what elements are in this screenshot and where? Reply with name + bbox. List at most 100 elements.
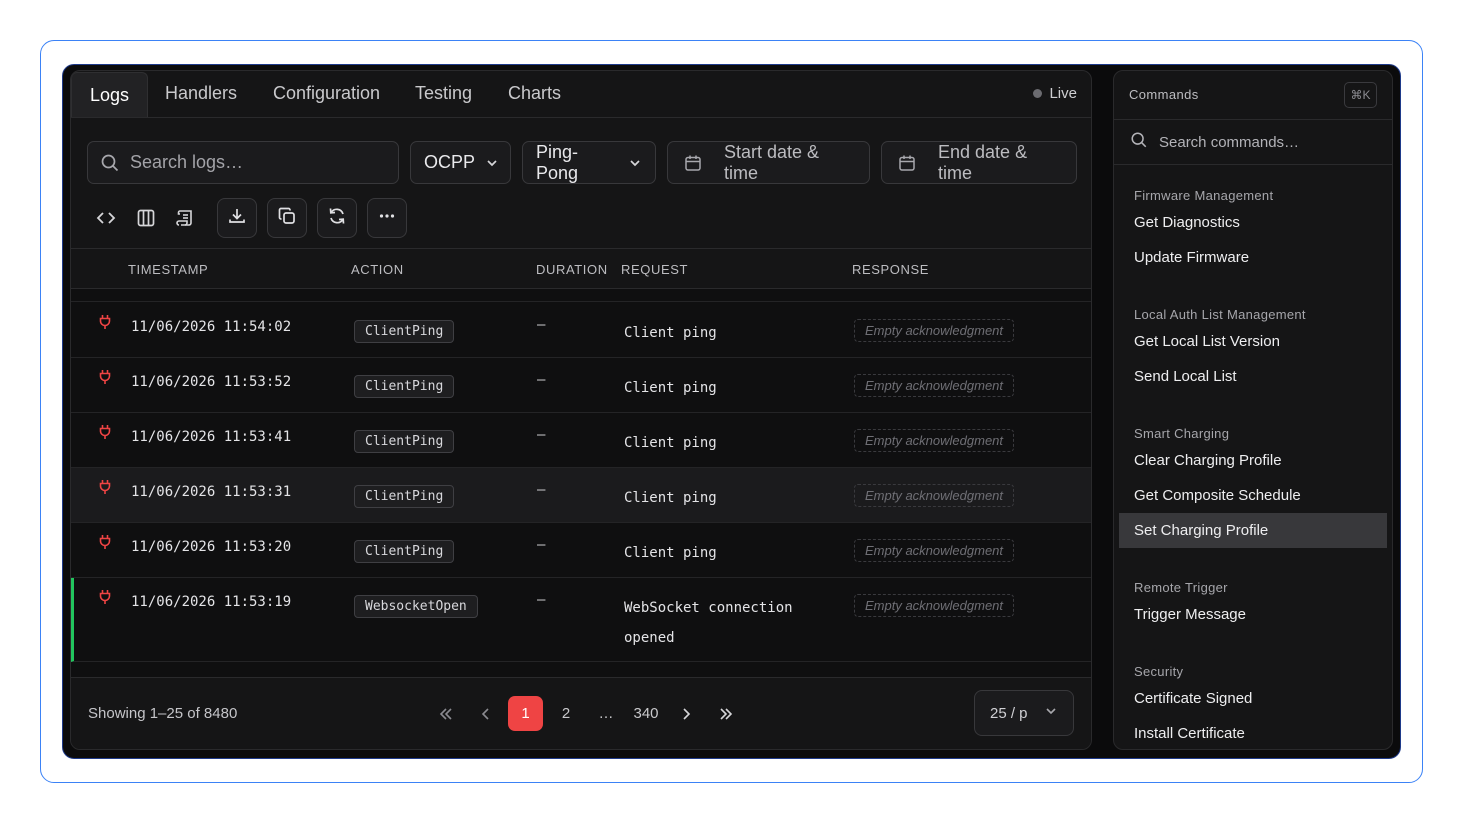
table-row[interactable]: 11/06/2026 11:53:52 ClientPing — Client …: [71, 358, 1091, 413]
plug-icon: [98, 369, 112, 389]
prev-page-button[interactable]: [474, 696, 498, 731]
commands-panel: Commands ⌘K Search commands… Firmware Ma…: [1113, 70, 1393, 750]
column-header-duration[interactable]: DURATION: [536, 262, 608, 277]
tab-configuration[interactable]: Configuration: [255, 71, 398, 116]
row-request: WebSocket connection opened: [624, 600, 793, 646]
per-page-select[interactable]: 25 / p: [974, 690, 1074, 736]
protocol-dropdown[interactable]: OCPP: [410, 141, 511, 184]
column-header-action[interactable]: ACTION: [351, 262, 404, 277]
next-page-button[interactable]: [674, 696, 698, 731]
column-header-response[interactable]: RESPONSE: [852, 262, 929, 277]
code-view-icon[interactable]: [89, 198, 123, 238]
tab-testing[interactable]: Testing: [397, 71, 490, 116]
row-duration: —: [537, 372, 546, 388]
plug-icon: [98, 589, 112, 609]
per-page-value: 25 / p: [990, 704, 1028, 722]
page-1-button[interactable]: 1: [508, 696, 543, 731]
response-badge: Empty acknowledgment: [854, 484, 1015, 507]
column-header-timestamp[interactable]: TIMESTAMP: [128, 262, 208, 277]
table-row[interactable]: 11/06/2026 11:53:31 ClientPing — Client …: [71, 468, 1091, 523]
calendar-icon: [684, 154, 702, 172]
more-options-button[interactable]: [367, 198, 407, 238]
action-badge: WebsocketOpen: [354, 595, 478, 618]
download-button[interactable]: [217, 198, 257, 238]
search-logs-input[interactable]: Search logs…: [87, 141, 399, 184]
command-get-diagnostics[interactable]: Get Diagnostics: [1119, 205, 1387, 240]
start-date-placeholder: Start date & time: [724, 141, 820, 183]
row-duration: —: [537, 317, 546, 333]
action-badge: ClientPing: [354, 485, 455, 508]
group-label-smart-charging: Smart Charging: [1134, 426, 1230, 441]
action-badge: ClientPing: [354, 430, 455, 453]
search-commands-input[interactable]: Search commands…: [1114, 120, 1392, 165]
copy-icon: [277, 206, 297, 231]
row-duration: —: [537, 592, 546, 608]
search-logs-placeholder: Search logs…: [130, 152, 244, 172]
row-duration: —: [537, 482, 546, 498]
command-get-composite-schedule[interactable]: Get Composite Schedule: [1119, 478, 1387, 513]
action-badge: ClientPing: [354, 375, 455, 398]
command-update-firmware[interactable]: Update Firmware: [1119, 240, 1387, 275]
columns-icon[interactable]: [129, 198, 163, 238]
end-date-placeholder: End date & time: [938, 141, 1028, 183]
table-row[interactable]: 11/06/2026 11:53:19 WebsocketOpen — WebS…: [71, 578, 1091, 662]
response-badge: Empty acknowledgment: [854, 539, 1015, 562]
page-340-button[interactable]: 340: [630, 696, 662, 731]
live-indicator[interactable]: Live: [1033, 85, 1077, 102]
first-page-button[interactable]: [434, 696, 458, 731]
command-clear-charging-profile[interactable]: Clear Charging Profile: [1119, 443, 1387, 478]
table-row[interactable]: 11/06/2026 11:53:20 ClientPing — Client …: [71, 523, 1091, 578]
response-badge: Empty acknowledgment: [854, 594, 1015, 617]
row-request: Client ping: [624, 545, 717, 561]
commands-title: Commands: [1129, 87, 1199, 102]
group-label-security: Security: [1134, 664, 1184, 679]
message-type-dropdown[interactable]: Ping-Pong: [522, 141, 656, 184]
calendar-icon: [898, 154, 916, 172]
shortcut-badge: ⌘K: [1344, 82, 1377, 108]
command-trigger-message[interactable]: Trigger Message: [1119, 597, 1387, 632]
start-date-picker[interactable]: Start date & time: [667, 141, 870, 184]
end-date-picker[interactable]: End date & time: [881, 141, 1077, 184]
command-install-certificate[interactable]: Install Certificate: [1119, 716, 1387, 749]
pagination-footer: Showing 1–25 of 8480 1 2 … 340 25 / p: [71, 677, 1091, 749]
row-timestamp: 11/06/2026 11:53:41: [131, 429, 292, 445]
plug-icon: [98, 314, 112, 334]
table-header: TIMESTAMP ACTION DURATION REQUEST RESPON…: [71, 248, 1091, 289]
row-request: Client ping: [624, 325, 717, 341]
row-timestamp: 11/06/2026 11:54:02: [131, 319, 292, 335]
tab-logs[interactable]: Logs: [71, 72, 149, 117]
group-label-local-auth: Local Auth List Management: [1134, 307, 1306, 322]
copy-button[interactable]: [267, 198, 307, 238]
chevron-down-icon: [485, 156, 499, 170]
row-duration: —: [537, 427, 546, 443]
filter-row: Search logs… OCPP Ping-Pong Start date &…: [71, 141, 1091, 185]
table-row[interactable]: 11/06/2026 11:53:41 ClientPing — Client …: [71, 413, 1091, 468]
group-label-remote-trigger: Remote Trigger: [1134, 580, 1228, 595]
action-badge: ClientPing: [354, 540, 455, 563]
refresh-icon: [327, 206, 347, 231]
command-get-local-list-version[interactable]: Get Local List Version: [1119, 324, 1387, 359]
command-send-local-list[interactable]: Send Local List: [1119, 359, 1387, 394]
row-request: Client ping: [624, 380, 717, 396]
command-set-charging-profile[interactable]: Set Charging Profile: [1119, 513, 1387, 548]
page-2-button[interactable]: 2: [554, 696, 578, 731]
column-header-request[interactable]: REQUEST: [621, 262, 688, 277]
group-label-firmware: Firmware Management: [1134, 188, 1274, 203]
live-status-dot: [1033, 89, 1043, 98]
refresh-button[interactable]: [317, 198, 357, 238]
message-type-value: Ping-Pong: [536, 141, 579, 183]
last-page-button[interactable]: [714, 696, 738, 731]
page-ellipsis: …: [598, 705, 614, 722]
more-horizontal-icon: [377, 206, 397, 231]
live-label: Live: [1049, 85, 1077, 102]
search-commands-placeholder: Search commands…: [1159, 133, 1300, 151]
command-certificate-signed[interactable]: Certificate Signed: [1119, 681, 1387, 716]
tab-charts[interactable]: Charts: [490, 71, 579, 116]
response-badge: Empty acknowledgment: [854, 374, 1015, 397]
tab-handlers[interactable]: Handlers: [147, 71, 255, 116]
row-timestamp: 11/06/2026 11:53:20: [131, 539, 292, 555]
scroll-text-icon[interactable]: [169, 198, 203, 238]
table-row[interactable]: 11/06/2026 11:54:02 ClientPing — Client …: [71, 303, 1091, 358]
row-duration: —: [537, 537, 546, 553]
log-toolbar: [71, 198, 1091, 240]
